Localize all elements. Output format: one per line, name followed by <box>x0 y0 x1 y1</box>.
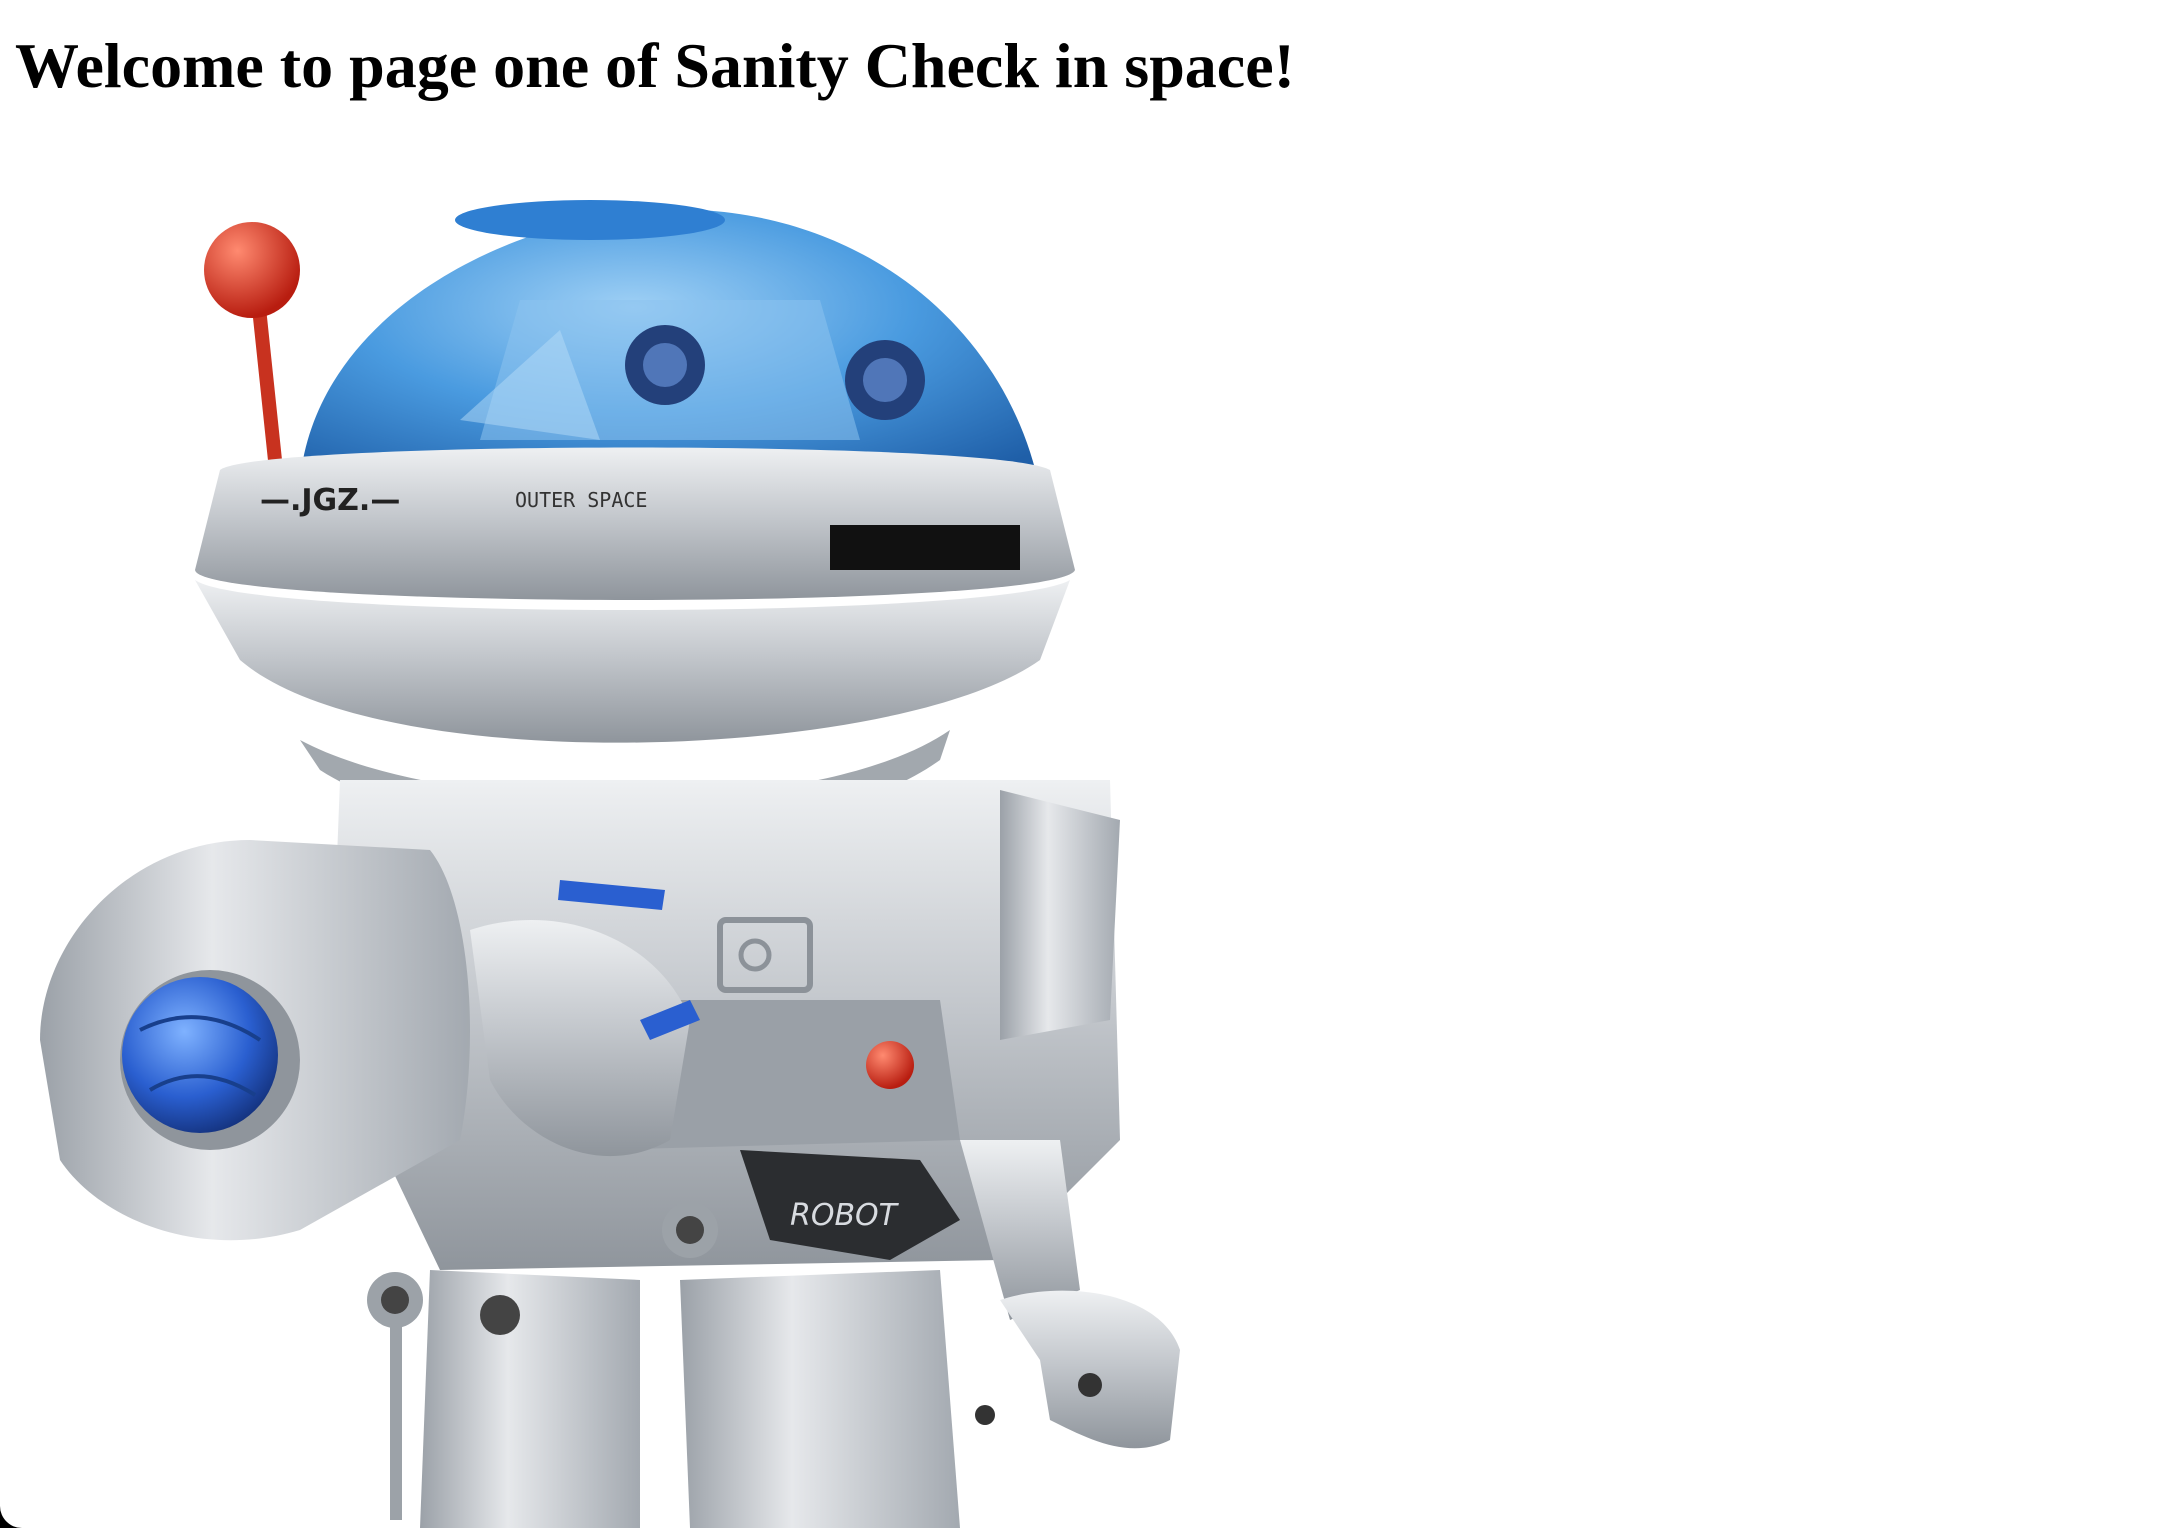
saucer-head: —.JGZ.— OUTER SPACE <box>195 447 1075 837</box>
svg-text:—.JGZ.—: —.JGZ.— <box>260 483 400 518</box>
antenna <box>204 222 300 465</box>
robot-image: —.JGZ.— OUTER SPACE ROBOT <box>40 200 1180 1528</box>
dome-head <box>300 200 1040 490</box>
page-heading: Welcome to page one of Sanity Check in s… <box>15 30 1295 101</box>
web-page: Welcome to page one of Sanity Check in s… <box>0 0 2168 1528</box>
chest-text: ROBOT <box>790 1198 900 1233</box>
head-text: OUTER SPACE <box>515 488 647 512</box>
